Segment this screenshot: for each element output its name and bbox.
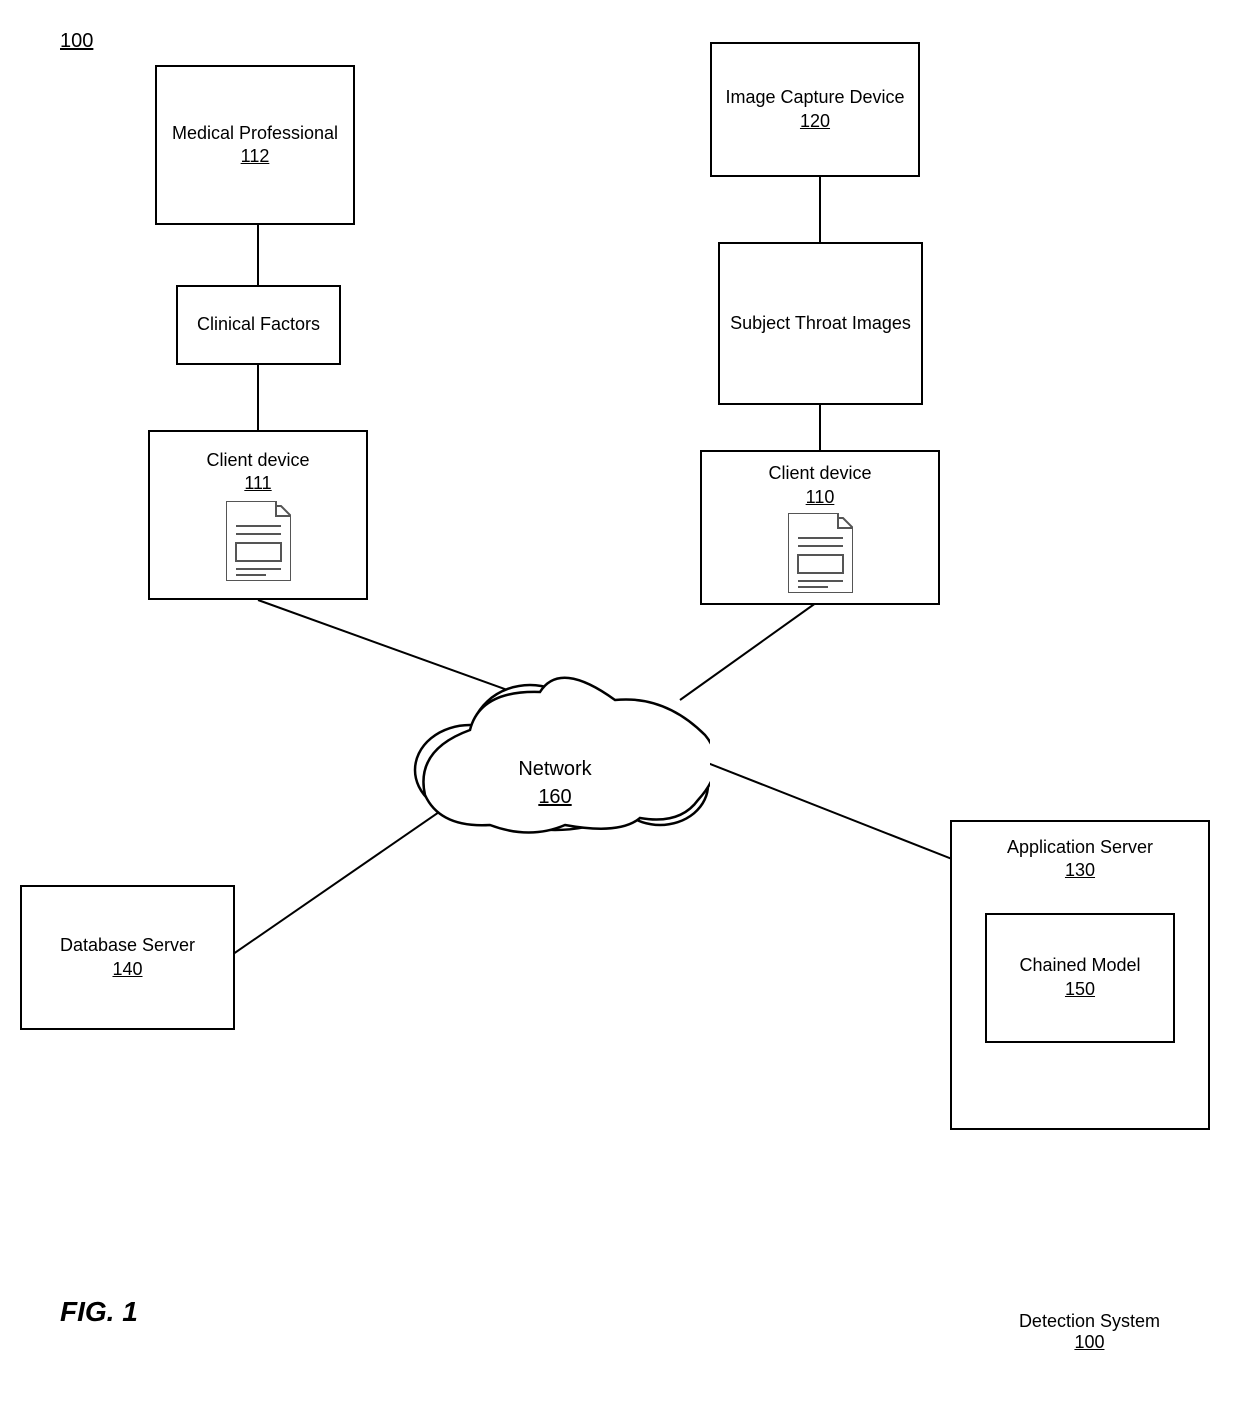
client-device-110-label: Client device bbox=[768, 463, 871, 483]
image-capture-device-label: Image Capture Device bbox=[725, 86, 904, 109]
client-device-111-number: 111 bbox=[244, 473, 271, 493]
image-capture-device-box: Image Capture Device 120 bbox=[710, 42, 920, 177]
database-server-box: Database Server 140 bbox=[20, 885, 235, 1030]
medical-professional-number: 112 bbox=[241, 145, 270, 168]
image-capture-device-number: 120 bbox=[800, 110, 830, 133]
network-cloud: Network 160 bbox=[400, 640, 710, 845]
client-device-110-number: 110 bbox=[806, 487, 835, 507]
application-server-box: Application Server 130 Chained Model 150 bbox=[950, 820, 1210, 1130]
svg-text:Network: Network bbox=[518, 758, 592, 780]
medical-professional-box: Medical Professional 112 bbox=[155, 65, 355, 225]
figure-label: FIG. 1 bbox=[60, 1296, 138, 1328]
client-device-111-label: Client device bbox=[206, 450, 309, 470]
database-server-number: 140 bbox=[112, 958, 142, 981]
diagram: 100 Medical Professional 112 Image Captu… bbox=[0, 0, 1240, 1413]
application-server-label: Application Server bbox=[1007, 836, 1153, 859]
network-cloud-svg: Network 160 bbox=[400, 640, 710, 840]
detection-system-label: Detection System 100 bbox=[1019, 1311, 1160, 1353]
client-111-doc-icon bbox=[226, 501, 291, 581]
clinical-factors-box: Clinical Factors bbox=[176, 285, 341, 365]
subject-throat-images-box: Subject Throat Images bbox=[718, 242, 923, 405]
chained-model-box: Chained Model 150 bbox=[985, 913, 1175, 1043]
medical-professional-label: Medical Professional bbox=[172, 122, 338, 145]
client-device-110-box: Client device 110 bbox=[700, 450, 940, 605]
application-server-number: 130 bbox=[1065, 859, 1095, 882]
client-110-doc-icon bbox=[788, 513, 853, 593]
top-reference-number: 100 bbox=[60, 30, 93, 53]
subject-throat-images-label: Subject Throat Images bbox=[730, 312, 911, 335]
chained-model-label: Chained Model bbox=[1019, 954, 1140, 977]
chained-model-number: 150 bbox=[1065, 978, 1095, 1001]
database-server-label: Database Server bbox=[60, 934, 195, 957]
clinical-factors-label: Clinical Factors bbox=[197, 313, 320, 336]
svg-text:160: 160 bbox=[538, 786, 571, 808]
client-device-111-box: Client device 111 bbox=[148, 430, 368, 600]
